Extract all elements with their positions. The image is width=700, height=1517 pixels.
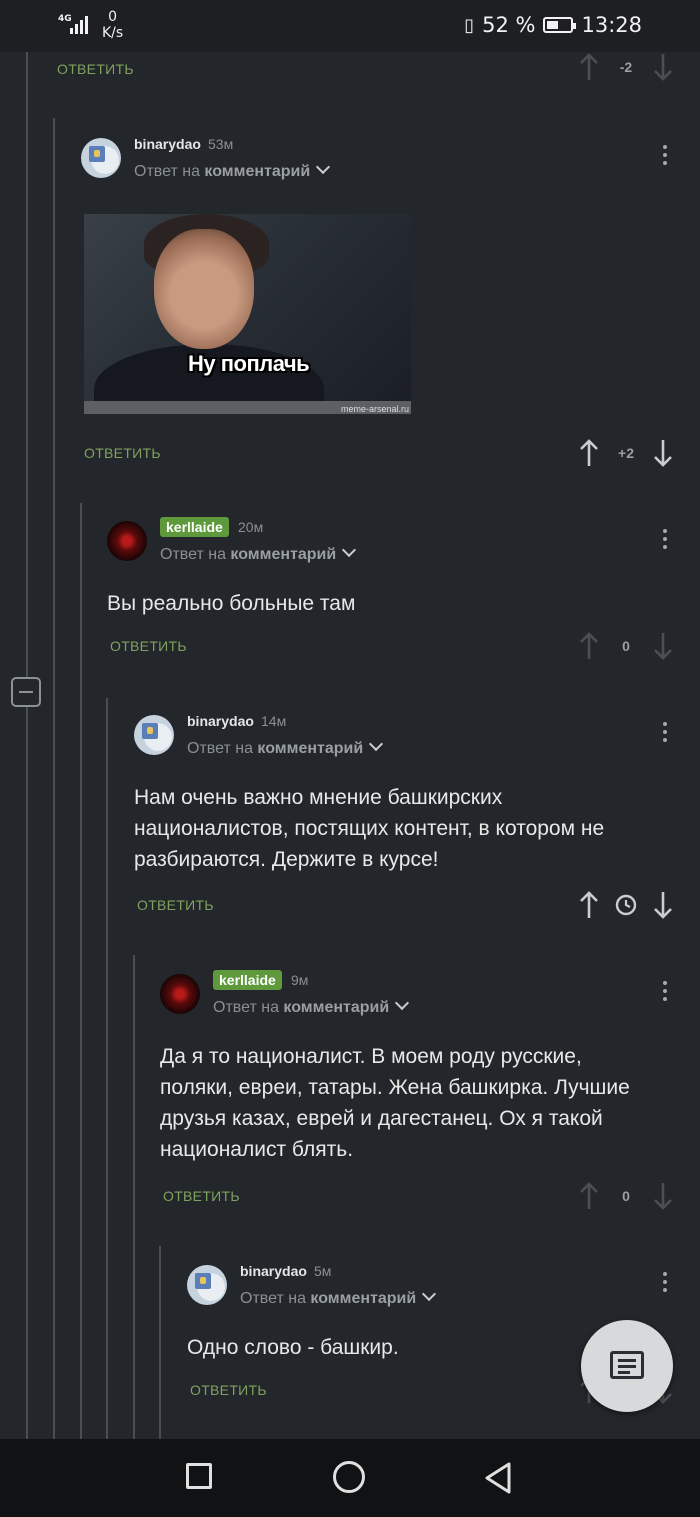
comment-time: 53м [208,136,234,152]
reply-to[interactable]: Ответ на комментарий [160,542,357,564]
score: 0 [622,638,630,654]
comment-time: 14м [261,713,287,729]
arrow-down-icon[interactable] [652,438,674,468]
more-vertical-icon[interactable] [663,1272,667,1296]
reply-to[interactable]: Ответ на комментарий [213,995,410,1017]
thread-line[interactable] [159,1246,161,1439]
comment-image[interactable]: Ну поплачь meme-arsenal.ru [84,214,411,414]
vote-controls: +2 [578,438,674,468]
score: -2 [619,59,633,75]
vote-controls: -2 [578,52,674,82]
reply-button[interactable]: ОТВЕТИТЬ [110,638,187,654]
answer-target: комментарий [257,740,364,757]
answer-prefix: Ответ на [160,546,226,563]
triangle-back-icon[interactable] [482,1461,514,1495]
avatar[interactable] [160,974,200,1014]
clock: 13:28 [581,13,642,37]
vote-controls: 0 [578,631,674,661]
answer-prefix: Ответ на [240,1290,306,1307]
battery-percent: 52 % [482,13,536,37]
square-icon[interactable] [186,1463,212,1489]
score: 0 [622,1188,630,1204]
comment-text: Одно слово - башкир. [187,1336,399,1359]
answer-prefix: Ответ на [187,740,253,757]
arrow-up-icon[interactable] [578,1181,600,1211]
thread-line[interactable] [53,118,55,1439]
arrow-up-icon[interactable] [578,631,600,661]
status-right: ▯ 52 % 13:28 [464,13,642,37]
thread-line[interactable] [80,503,82,1439]
signal-icon [70,15,90,35]
comment-text: Да я то националист. В моем роду русские… [160,1045,630,1161]
comment-icon [610,1351,644,1379]
answer-target: комментарий [204,163,311,180]
avatar[interactable] [187,1265,227,1305]
image-caption: Ну поплачь [188,351,310,376]
network-speed: 0 K/s [102,9,123,41]
comment-time: 5м [314,1263,332,1279]
more-vertical-icon[interactable] [663,722,667,746]
status-bar: 4G 0 K/s ▯ 52 % 13:28 [0,0,700,52]
avatar[interactable] [107,521,147,561]
clock-icon [615,894,637,916]
arrow-up-icon[interactable] [578,890,600,920]
username[interactable]: binarydao [134,136,201,152]
reply-button[interactable]: ОТВЕТИТЬ [57,61,134,77]
username[interactable]: binarydao [187,713,254,729]
arrow-down-icon[interactable] [652,1181,674,1211]
comment-text: Вы реально больные там [107,592,356,615]
vote-controls [578,890,674,920]
answer-prefix: Ответ на [134,163,200,180]
comment-time: 9м [291,972,309,988]
reply-to[interactable]: Ответ на комментарий [240,1286,437,1308]
answer-target: комментарий [283,999,390,1016]
reply-button[interactable]: ОТВЕТИТЬ [190,1382,267,1398]
reply-button[interactable]: ОТВЕТИТЬ [163,1188,240,1204]
avatar[interactable] [134,715,174,755]
username[interactable]: kerllaide [160,517,229,537]
answer-target: комментарий [230,546,337,563]
chevron-down-icon [316,159,331,175]
more-vertical-icon[interactable] [663,145,667,169]
arrow-down-icon[interactable] [652,890,674,920]
username[interactable]: kerllaide [213,970,282,990]
chevron-down-icon [422,1286,437,1302]
vote-controls: 0 [578,1181,674,1211]
comment-text: Нам очень важно мнение башкирских национ… [134,786,605,871]
reply-button[interactable]: ОТВЕТИТЬ [137,897,214,913]
reply-to[interactable]: Ответ на комментарий [134,159,331,181]
battery-icon [543,17,577,33]
arrow-up-icon[interactable] [578,438,600,468]
speed-unit: K/s [102,25,124,41]
answer-target: комментарий [310,1290,417,1307]
thread-line[interactable] [106,698,108,1439]
thread-line[interactable] [26,52,28,1439]
more-vertical-icon[interactable] [663,529,667,553]
arrow-down-icon[interactable] [652,52,674,82]
arrow-up-icon[interactable] [578,52,600,82]
avatar[interactable] [81,138,121,178]
score: +2 [618,445,634,461]
collapse-minus-icon[interactable] [11,677,41,707]
comment-time: 20м [238,519,264,535]
comment-fab[interactable] [581,1320,673,1412]
username[interactable]: binarydao [240,1263,307,1279]
arrow-down-icon[interactable] [652,631,674,661]
vibrate-icon: ▯ [464,14,475,36]
reply-to[interactable]: Ответ на комментарий [187,736,384,758]
chevron-down-icon [395,995,410,1011]
chevron-down-icon [369,736,384,752]
system-nav-bar [0,1439,700,1517]
more-vertical-icon[interactable] [663,981,667,1005]
answer-prefix: Ответ на [213,999,279,1016]
image-watermark: meme-arsenal.ru [340,404,409,414]
chevron-down-icon [342,542,357,558]
image-face [154,229,254,349]
speed-value: 0 [108,9,118,25]
reply-button[interactable]: ОТВЕТИТЬ [84,445,161,461]
circle-icon[interactable] [333,1461,365,1493]
thread-line[interactable] [133,955,135,1439]
